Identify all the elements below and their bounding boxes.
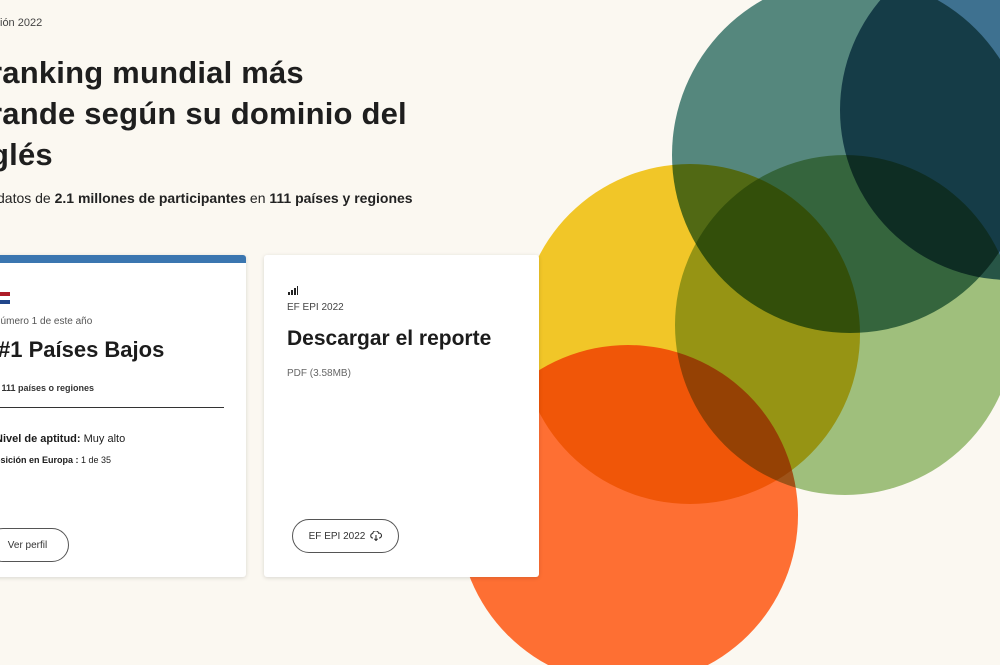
report-card: EF EPI 2022 Descargar el reporte PDF (3.… (264, 255, 539, 577)
download-report-button[interactable]: EF EPI 2022 (292, 519, 399, 553)
view-profile-label: Ver perfil (7, 539, 48, 551)
edition-label: ión 2022 (0, 17, 43, 29)
subline-prefix: datos de (0, 190, 55, 206)
country-card: l número 1 de este año #1 Países Bajos e… (0, 255, 246, 577)
report-label: EF EPI 2022 (287, 302, 344, 313)
countries-count: 111 países y regiones (269, 190, 413, 206)
participants-count: 2.1 millones de participantes (54, 190, 247, 206)
subline-middle: en (246, 190, 270, 206)
subline: datos de 2.1 millones de participantes e… (0, 190, 413, 206)
report-file-info: PDF (3.58MB) (287, 368, 351, 379)
proficiency-level-key: Nivel de aptitud: (0, 433, 81, 445)
view-profile-button[interactable]: Ver perfil (0, 528, 69, 562)
netherlands-flag-icon (0, 292, 10, 304)
bar-chart-icon (288, 286, 298, 295)
europe-position: osición en Europa : 1 de 35 (0, 455, 111, 465)
flag-stripe-blue (0, 300, 10, 304)
country-rank-label: l número 1 de este año (0, 316, 93, 327)
country-subtitle: e 111 países o regiones (0, 383, 95, 393)
divider (0, 407, 224, 408)
report-title: Descargar el reporte (287, 327, 492, 350)
europe-position-value: 1 de 35 (78, 455, 112, 465)
download-report-label: EF EPI 2022 (308, 530, 366, 542)
headline-text: ranking mundial más rande según su domin… (0, 55, 407, 172)
cloud-download-icon (370, 531, 383, 541)
proficiency-level: Nivel de aptitud: Muy alto (0, 433, 125, 445)
europe-position-key: osición en Europa : (0, 455, 79, 465)
page-headline: ranking mundial más rande según su domin… (0, 52, 460, 175)
page-content: ión 2022 ranking mundial más rande según… (0, 0, 1000, 665)
proficiency-level-value: Muy alto (80, 433, 126, 445)
country-title: #1 Países Bajos (0, 337, 165, 362)
